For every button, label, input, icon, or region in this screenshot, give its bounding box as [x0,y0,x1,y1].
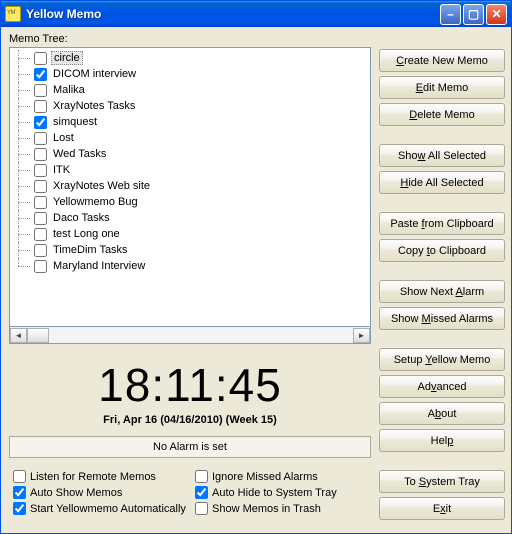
tree-item-checkbox[interactable] [34,132,47,145]
tree-item[interactable]: Daco Tasks [10,210,370,226]
tree-item-label: test Long one [51,228,122,240]
tree-item-label: ITK [51,164,72,176]
option-listen-remote-checkbox[interactable] [13,470,26,483]
tree-item[interactable]: Maryland Interview [10,258,370,274]
tree-item-label: Malika [51,84,87,96]
tree-item-checkbox[interactable] [34,196,47,209]
tree-item-label: Wed Tasks [51,148,108,160]
title-bar[interactable]: Yellow Memo – ▢ ✕ [1,1,511,27]
tree-item-checkbox[interactable] [34,84,47,97]
option-show-trash-checkbox[interactable] [195,502,208,515]
tree-item-label: DICOM interview [51,68,138,80]
tree-item[interactable]: simquest [10,114,370,130]
maximize-button[interactable]: ▢ [463,4,484,25]
date-display: Fri, Apr 16 (04/16/2010) (Week 15) [9,414,371,426]
tree-item-label: Lost [51,132,76,144]
tree-item-checkbox[interactable] [34,180,47,193]
tree-item-checkbox[interactable] [34,212,47,225]
tree-item-checkbox[interactable] [34,52,47,65]
tree-item-label: XrayNotes Tasks [51,100,137,112]
tree-item[interactable]: DICOM interview [10,66,370,82]
tree-item[interactable]: XrayNotes Web site [10,178,370,194]
button-panel: Create New Memo Edit Memo Delete Memo Sh… [379,49,505,525]
tree-item-checkbox[interactable] [34,68,47,81]
app-icon [5,6,21,22]
tree-item-checkbox[interactable] [34,244,47,257]
alarm-status-bar[interactable]: No Alarm is set [9,436,371,458]
tree-item-checkbox[interactable] [34,228,47,241]
show-all-selected-button[interactable]: Show All Selected [379,144,505,167]
tree-item-checkbox[interactable] [34,260,47,273]
tree-item-checkbox[interactable] [34,116,47,129]
minimize-button[interactable]: – [440,4,461,25]
paste-from-clipboard-button[interactable]: Paste from Clipboard [379,212,505,235]
tree-item-label: Daco Tasks [51,212,112,224]
tree-item[interactable]: test Long one [10,226,370,242]
tree-label: Memo Tree: [9,33,371,45]
tree-item-checkbox[interactable] [34,164,47,177]
app-window: Yellow Memo – ▢ ✕ Memo Tree: circle DICOM… [0,0,512,534]
edit-memo-button[interactable]: Edit Memo [379,76,505,99]
scroll-left-arrow[interactable]: ◄ [10,328,27,343]
scroll-right-arrow[interactable]: ► [353,328,370,343]
tree-item[interactable]: Wed Tasks [10,146,370,162]
option-auto-show[interactable]: Auto Show Memos [13,486,189,499]
tree-item[interactable]: Malika [10,82,370,98]
memo-tree[interactable]: circle DICOM interview Malika XrayNotes Tas… [9,47,371,327]
tree-item[interactable]: circle [10,50,370,66]
tree-item-label: TimeDim Tasks [51,244,130,256]
scroll-track[interactable] [27,328,353,343]
option-show-trash[interactable]: Show Memos in Trash [195,502,371,515]
tree-item-label: XrayNotes Web site [51,180,152,192]
tree-item-checkbox[interactable] [34,148,47,161]
options-grid: Listen for Remote Memos Ignore Missed Al… [9,470,371,515]
option-auto-hide-checkbox[interactable] [195,486,208,499]
copy-to-clipboard-button[interactable]: Copy to Clipboard [379,239,505,262]
tree-item-label: simquest [51,116,99,128]
close-button[interactable]: ✕ [486,4,507,25]
option-auto-start-checkbox[interactable] [13,502,26,515]
tree-item[interactable]: Yellowmemo Bug [10,194,370,210]
option-auto-start[interactable]: Start Yellowmemo Automatically [13,502,189,515]
hide-all-selected-button[interactable]: Hide All Selected [379,171,505,194]
window-title: Yellow Memo [26,7,438,21]
option-auto-show-checkbox[interactable] [13,486,26,499]
tree-item-label: circle [51,51,83,65]
left-pane: Memo Tree: circle DICOM interview Malika Xr… [9,33,371,525]
tree-item[interactable]: ITK [10,162,370,178]
tree-horizontal-scrollbar[interactable]: ◄ ► [9,327,371,344]
show-next-alarm-button[interactable]: Show Next Alarm [379,280,505,303]
create-new-memo-button[interactable]: Create New Memo [379,49,505,72]
option-listen-remote[interactable]: Listen for Remote Memos [13,470,189,483]
setup-button[interactable]: Setup Yellow Memo [379,348,505,371]
option-ignore-missed[interactable]: Ignore Missed Alarms [195,470,371,483]
client-area: Memo Tree: circle DICOM interview Malika Xr… [1,27,511,533]
advanced-button[interactable]: Advanced [379,375,505,398]
clock-display: 18:11:45 [9,358,371,412]
delete-memo-button[interactable]: Delete Memo [379,103,505,126]
exit-button[interactable]: Exit [379,497,505,520]
tree-item-checkbox[interactable] [34,100,47,113]
option-auto-hide[interactable]: Auto Hide to System Tray [195,486,371,499]
tree-item-label: Maryland Interview [51,260,147,272]
about-button[interactable]: About [379,402,505,425]
help-button[interactable]: Help [379,429,505,452]
tree-item[interactable]: TimeDim Tasks [10,242,370,258]
to-system-tray-button[interactable]: To System Tray [379,470,505,493]
option-ignore-missed-checkbox[interactable] [195,470,208,483]
tree-item[interactable]: XrayNotes Tasks [10,98,370,114]
scroll-thumb[interactable] [27,328,49,343]
show-missed-alarms-button[interactable]: Show Missed Alarms [379,307,505,330]
tree-item-label: Yellowmemo Bug [51,196,140,208]
tree-item[interactable]: Lost [10,130,370,146]
alarm-status-text: No Alarm is set [153,441,227,453]
